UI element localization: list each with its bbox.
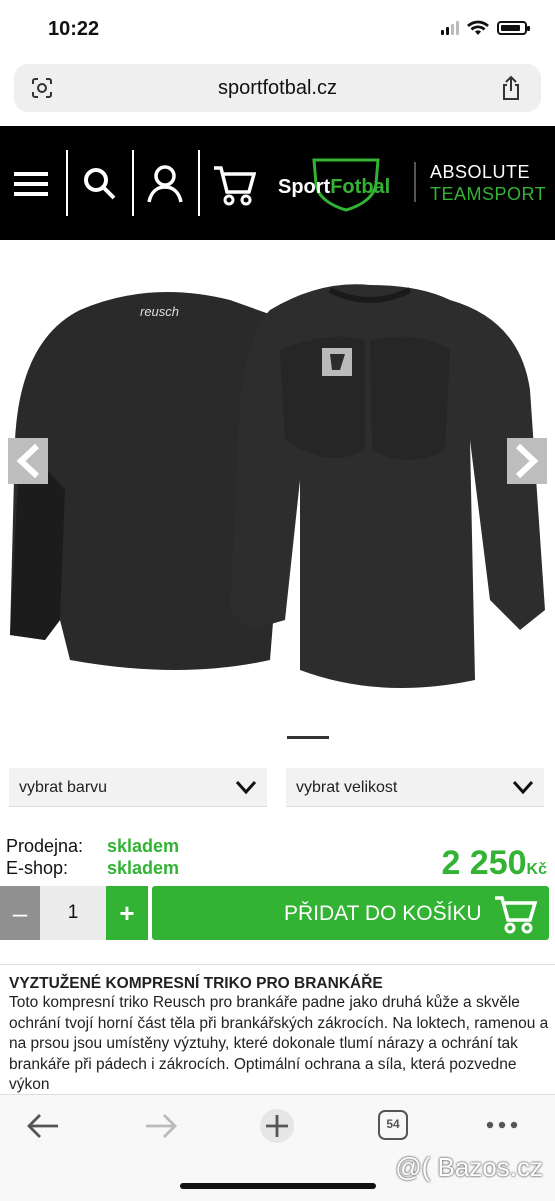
partner-logo-line2: TEAMSPORT: [430, 184, 547, 204]
forward-icon[interactable]: [144, 1111, 178, 1141]
logo-text: SportFotbal: [278, 176, 391, 198]
availability-eshop-value: skladem: [107, 858, 180, 878]
cart-icon[interactable]: [212, 164, 256, 206]
quantity-decrease-button[interactable]: –: [0, 886, 40, 940]
user-icon[interactable]: [146, 164, 184, 204]
price-amount: 2 250: [441, 844, 527, 882]
wifi-icon: [467, 20, 489, 35]
availability-store-value: skladem: [107, 836, 180, 856]
partner-logo-line1: ABSOLUTE: [430, 162, 531, 182]
divider: [0, 964, 555, 965]
price-currency: Kč: [526, 861, 547, 878]
product-image: reusch: [10, 284, 545, 688]
product-price: 2 250Kč: [441, 844, 547, 883]
product-gallery[interactable]: reusch: [0, 240, 555, 720]
availability-eshop-label: E-shop:: [6, 858, 69, 878]
quantity-increase-button[interactable]: +: [106, 886, 148, 940]
status-time: 10:22: [48, 18, 100, 40]
address-bar[interactable]: sportfotbal.cz: [14, 64, 541, 112]
gallery-page-indicator[interactable]: [287, 736, 329, 739]
cellular-signal-icon: [441, 21, 459, 35]
availability-store-label: Prodejna:: [6, 836, 84, 856]
color-select[interactable]: vybrat barvu: [9, 768, 267, 807]
status-icons: [441, 20, 530, 36]
brand-text: reusch: [140, 304, 179, 319]
chevron-down-icon: [235, 780, 257, 795]
back-icon[interactable]: [26, 1111, 60, 1141]
description-body: Toto kompresní triko Reusch pro brankáře…: [9, 994, 549, 1093]
add-to-cart-button[interactable]: PŘIDAT DO KOŠÍKU: [152, 886, 549, 940]
status-bar: 10:22: [0, 0, 555, 60]
size-select-label: vybrat velikost: [296, 779, 398, 796]
add-to-cart-label: PŘIDAT DO KOŠÍKU: [284, 902, 482, 925]
menu-icon[interactable]: [14, 170, 50, 198]
home-indicator: [180, 1183, 376, 1189]
search-icon[interactable]: [82, 166, 118, 202]
watermark: @( Bazos.cz: [395, 1152, 543, 1182]
chevron-down-icon: [512, 780, 534, 795]
prev-image-button[interactable]: [8, 438, 48, 484]
battery-icon: [497, 21, 530, 35]
url-text[interactable]: sportfotbal.cz: [14, 77, 541, 100]
next-image-button[interactable]: [507, 438, 547, 484]
quantity-input[interactable]: 1: [40, 886, 106, 940]
size-select[interactable]: vybrat velikost: [286, 768, 544, 807]
prev-arrow-icon: [16, 443, 40, 479]
cart-icon: [495, 896, 538, 934]
new-tab-icon[interactable]: [258, 1107, 296, 1145]
share-icon[interactable]: [499, 75, 523, 101]
color-select-label: vybrat barvu: [19, 779, 108, 796]
next-arrow-icon: [515, 443, 539, 479]
description-title: VYZTUŽENÉ KOMPRESNÍ TRIKO PRO BRANKÁŘE: [9, 975, 383, 992]
more-icon[interactable]: [486, 1121, 518, 1129]
tabs-button[interactable]: 54: [378, 1110, 408, 1140]
